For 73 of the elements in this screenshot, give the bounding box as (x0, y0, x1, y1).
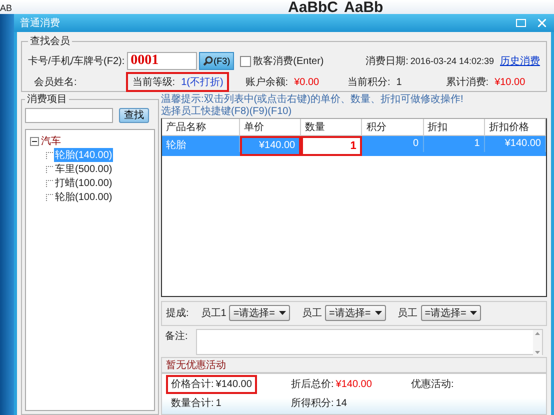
field-label: 当前等级: (132, 76, 176, 89)
maximize-icon (516, 19, 526, 27)
find-button[interactable]: 查找 (119, 108, 149, 123)
remarks-field[interactable] (196, 328, 543, 355)
checkbox-label: 散客消费(Enter) (253, 54, 324, 68)
search-field[interactable] (25, 108, 113, 123)
tree-item[interactable]: 汽车 (41, 134, 61, 148)
commission-label: 提成: (166, 306, 189, 320)
total-label: 优惠活动: (411, 378, 454, 392)
background-text: AaBb (344, 1, 384, 14)
table-cell: 1 (424, 136, 485, 152)
hint-text: 温馨提示:双击列表中(或点击右键)的单价、数量、折扣可做修改操作! (161, 94, 464, 106)
hint-text: 选择员工快捷键(F8)(F9)(F10) (161, 106, 292, 118)
staff-dropdown[interactable]: =请选择= (420, 305, 482, 322)
field-label: 卡号/手机/车牌号(F2): (28, 54, 125, 68)
field-value: 1(不打折) (181, 76, 224, 89)
column-header[interactable]: 积分 (362, 119, 424, 136)
date-label: 消费日期: (366, 54, 408, 68)
window-title: 普通消费 (20, 16, 61, 30)
background-text: AB (0, 2, 12, 14)
field-value: ¥10.00 (494, 76, 526, 88)
total-label: 数量合计: (171, 397, 214, 410)
maximize-button[interactable] (514, 19, 528, 27)
total-label: 折后总价: (291, 378, 334, 392)
promotion-text: 暂无优惠活动 (166, 358, 226, 372)
table-cell: ¥140.00 (484, 136, 546, 152)
tree-item[interactable]: 轮胎(100.00) (54, 190, 114, 204)
total-label: 价格合计: (171, 378, 214, 392)
caret-icon (374, 311, 382, 316)
table-cell: 0 (362, 136, 424, 152)
field-value: 1 (396, 76, 402, 88)
staff-label: 员工 (398, 307, 418, 320)
column-header[interactable]: 数量 (301, 119, 362, 136)
field-value: ¥0.00 (294, 76, 320, 88)
column-header[interactable]: 折扣价格 (484, 119, 546, 136)
total-value: ¥140.00 (336, 378, 372, 392)
total-value: 1 (216, 397, 222, 410)
staff-dropdown[interactable]: =请选择= (229, 305, 290, 322)
tree-item[interactable]: 车里(500.00) (54, 162, 114, 176)
field-label: 账户余额: (245, 76, 288, 89)
group-title: 查找会员 (29, 34, 71, 48)
search-button[interactable]: (F3) (198, 52, 234, 70)
tree-item[interactable]: 打蜡(100.00) (54, 176, 114, 190)
field-label: 累计消费: (446, 76, 489, 89)
close-button[interactable] (536, 19, 548, 27)
scrollbar[interactable] (533, 330, 542, 356)
close-icon (538, 19, 546, 27)
total-value: 14 (336, 397, 347, 410)
column-header[interactable]: 单价 (240, 119, 302, 136)
background-text: AaBbC (288, 1, 338, 14)
field-label: 当前积分: (348, 76, 390, 89)
total-value: ¥140.00 (216, 378, 252, 392)
checkbox[interactable] (240, 56, 252, 66)
search-icon (202, 56, 213, 66)
staff-dropdown[interactable]: =请选择= (325, 305, 386, 322)
caret-icon (279, 311, 286, 316)
group-title: 消费项目 (26, 92, 68, 106)
table-row[interactable]: 轮胎 ¥140.00 1 0 1 ¥140.00 (162, 136, 546, 156)
collapse-icon[interactable] (30, 136, 39, 146)
field-label: 会员姓名: (34, 76, 77, 89)
history-link[interactable]: 历史消费 (500, 54, 540, 68)
staff-label: 员工 (302, 307, 322, 320)
caret-icon (470, 311, 478, 316)
column-header[interactable]: 折扣 (424, 119, 485, 136)
table-cell: 1 (301, 136, 362, 156)
column-header[interactable]: 产品名称 (162, 119, 240, 136)
table-cell: ¥140.00 (240, 136, 302, 156)
remarks-label: 备注: (165, 330, 188, 344)
card-number-field[interactable]: 0001 (126, 52, 197, 70)
total-label: 所得积分: (291, 397, 334, 410)
date-value: 2016-03-24 14:02:39 (410, 56, 494, 66)
table-cell: 轮胎 (162, 136, 240, 152)
staff-label: 员工1 (200, 307, 226, 320)
